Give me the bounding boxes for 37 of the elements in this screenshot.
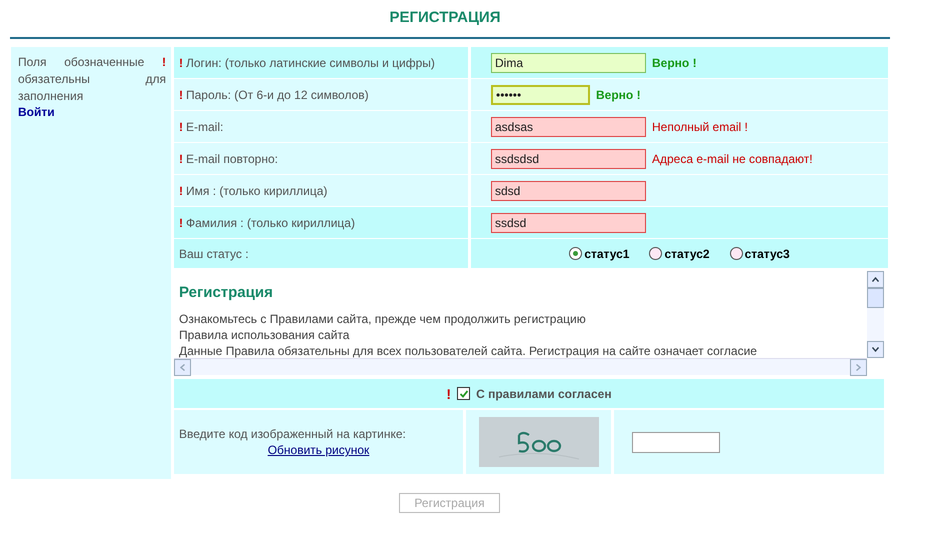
login-link[interactable]: Войти xyxy=(18,105,55,119)
input-field[interactable]: sdsd xyxy=(491,180,646,200)
agree-label: С правилами согласен xyxy=(476,386,612,400)
input-field[interactable]: ssdsdsd xyxy=(491,148,646,168)
input-field[interactable]: asdsas xyxy=(491,116,646,136)
agree-checkbox[interactable] xyxy=(457,387,470,400)
rules-text: Данные Правила обязательны для всех пользователей сайта. Регистрация на сайте означает согласие xyxy=(179,343,758,358)
input-field[interactable]: •••••• xyxy=(491,84,590,104)
status-radio[interactable]: статус2 xyxy=(649,246,710,260)
status-radio[interactable]: статус1 xyxy=(569,246,630,260)
caret-down-icon xyxy=(872,347,879,352)
rules-text: Ознакомьтесь с Правилами сайта, прежде чем продолжить регистрацию xyxy=(179,311,587,327)
caret-up-icon xyxy=(872,277,879,282)
caret-right-icon xyxy=(856,364,861,371)
validation-message: Адреса e-mail не совпадают! xyxy=(652,152,813,166)
captcha-input[interactable] xyxy=(632,432,720,452)
scroll-up-button[interactable] xyxy=(867,271,884,288)
rules-heading: Регистрация xyxy=(179,284,274,301)
validation-message: Верно ! xyxy=(652,56,697,70)
horizontal-scrollbar[interactable] xyxy=(174,358,867,375)
input-field[interactable]: ssdsd xyxy=(491,212,646,232)
captcha-prompt: Введите код изображенный на картинке: xyxy=(178,427,406,441)
required-mark: ! xyxy=(446,386,452,402)
validation-message: Верно ! xyxy=(596,88,641,102)
scroll-thumb[interactable] xyxy=(867,288,884,308)
scroll-left-button[interactable] xyxy=(174,359,191,376)
refresh-link[interactable]: Обновить рисунок xyxy=(268,443,370,457)
caret-left-icon xyxy=(180,364,185,371)
required-note: Поля обозначенные ! обязательны для заполнения xyxy=(18,54,166,105)
status-radio[interactable]: статус3 xyxy=(730,246,790,260)
rules-text: Правила использования сайта xyxy=(179,327,350,343)
scroll-down-button[interactable] xyxy=(867,341,884,358)
validation-message: Неполный email ! xyxy=(652,120,748,134)
input-field[interactable]: Dima xyxy=(491,52,646,72)
vertical-scrollbar[interactable] xyxy=(867,271,884,358)
field-label: Ваш статус : xyxy=(174,239,471,268)
page-title: РЕГИСТРАЦИЯ xyxy=(388,8,502,28)
